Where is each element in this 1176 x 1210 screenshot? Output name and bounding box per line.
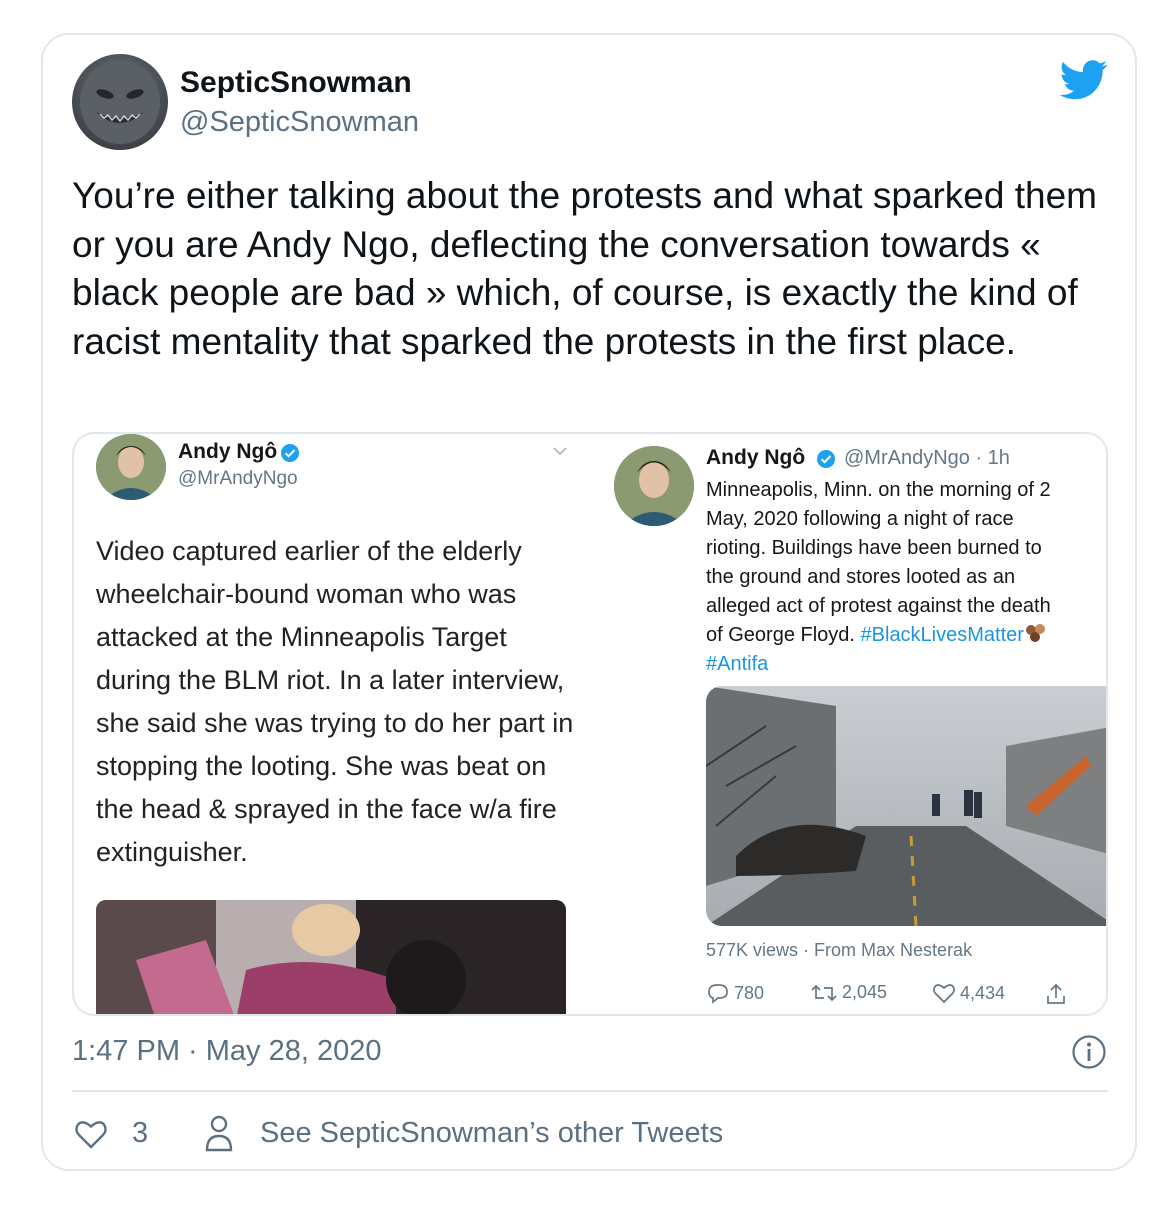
hashtag-antifa: #Antifa [706,653,769,675]
see-other-tweets-link[interactable]: See SepticSnowman’s other Tweets [260,1117,723,1150]
embedded-right-text-fragment: of George Floyd. [706,624,861,646]
like-count[interactable]: 3 [132,1117,148,1150]
embedded-right-actions: 780 2,045 4,434 [706,982,1106,1008]
embedded-right-text-line: of George Floyd. #BlackLivesMatter [706,621,1106,650]
hashtag-blacklivesmatter: #BlackLivesMatter [860,624,1024,646]
embedded-retweet-count: 2,045 [842,982,888,1002]
tweet-timestamp[interactable]: 1:47 PM · May 28, 2020 [72,1035,382,1068]
info-icon[interactable] [1071,1034,1107,1070]
heart-icon[interactable] [74,1118,108,1150]
tweet-media[interactable]: Andy Ngô @MrAndyNgo Video captured earli… [72,432,1108,1016]
embedded-right-text-line: May, 2020 following a night of race [706,508,1014,530]
verified-badge-icon [281,444,299,462]
twitter-bird-icon[interactable] [1060,60,1108,100]
tweet-text: You’re either talking about the protests… [72,175,1097,362]
embedded-left-video-thumbnail [96,900,566,1014]
author-avatar[interactable] [72,54,168,150]
embedded-right-text-line: Minneapolis, Minn. on the morning of 2 [706,479,1051,501]
fist-emoji-icon [1025,624,1045,642]
embedded-right-avatar [614,446,694,526]
embedded-like-count: 4,434 [960,982,1006,1003]
person-icon[interactable] [204,1114,234,1152]
chevron-down-icon [553,447,567,456]
embedded-reply-count: 780 [734,982,765,1003]
embedded-left-avatar [96,434,166,500]
reply-icon [708,984,728,1004]
embedded-right-name: Andy Ngô [706,446,806,469]
embedded-right-text-line: the ground and stores looted as an [706,566,1016,588]
embedded-share-action [1044,982,1068,1006]
embedded-like-action: 4,434 [932,982,1005,1004]
embedded-reply-action: 780 [706,982,764,1004]
embedded-right-text-line: alleged act of protest against the death [706,595,1051,617]
embedded-right-text: Minneapolis, Minn. on the morning of 2 M… [706,476,1106,679]
embedded-right-handle-time: @MrAndyNgo · 1h [844,447,1010,469]
embedded-left-name: Andy Ngô [178,440,278,463]
embedded-right-photo [706,686,1106,926]
embedded-left-handle: @MrAndyNgo [178,468,298,489]
embedded-left-text: Video captured earlier of the elderly wh… [96,536,574,867]
heart-icon [933,984,955,1004]
embedded-retweet-action: 2,045 [810,982,887,1003]
embedded-right-text-line: rioting. Buildings have been burned to [706,537,1042,559]
share-icon [1047,983,1065,1004]
embedded-right-views: 577K views · From Max Nesterak [706,940,973,960]
author-handle[interactable]: @SepticSnowman [180,106,419,139]
retweet-icon [811,984,837,1001]
divider [72,1090,1108,1092]
author-display-name[interactable]: SepticSnowman [180,66,412,100]
verified-badge-icon [817,450,835,468]
